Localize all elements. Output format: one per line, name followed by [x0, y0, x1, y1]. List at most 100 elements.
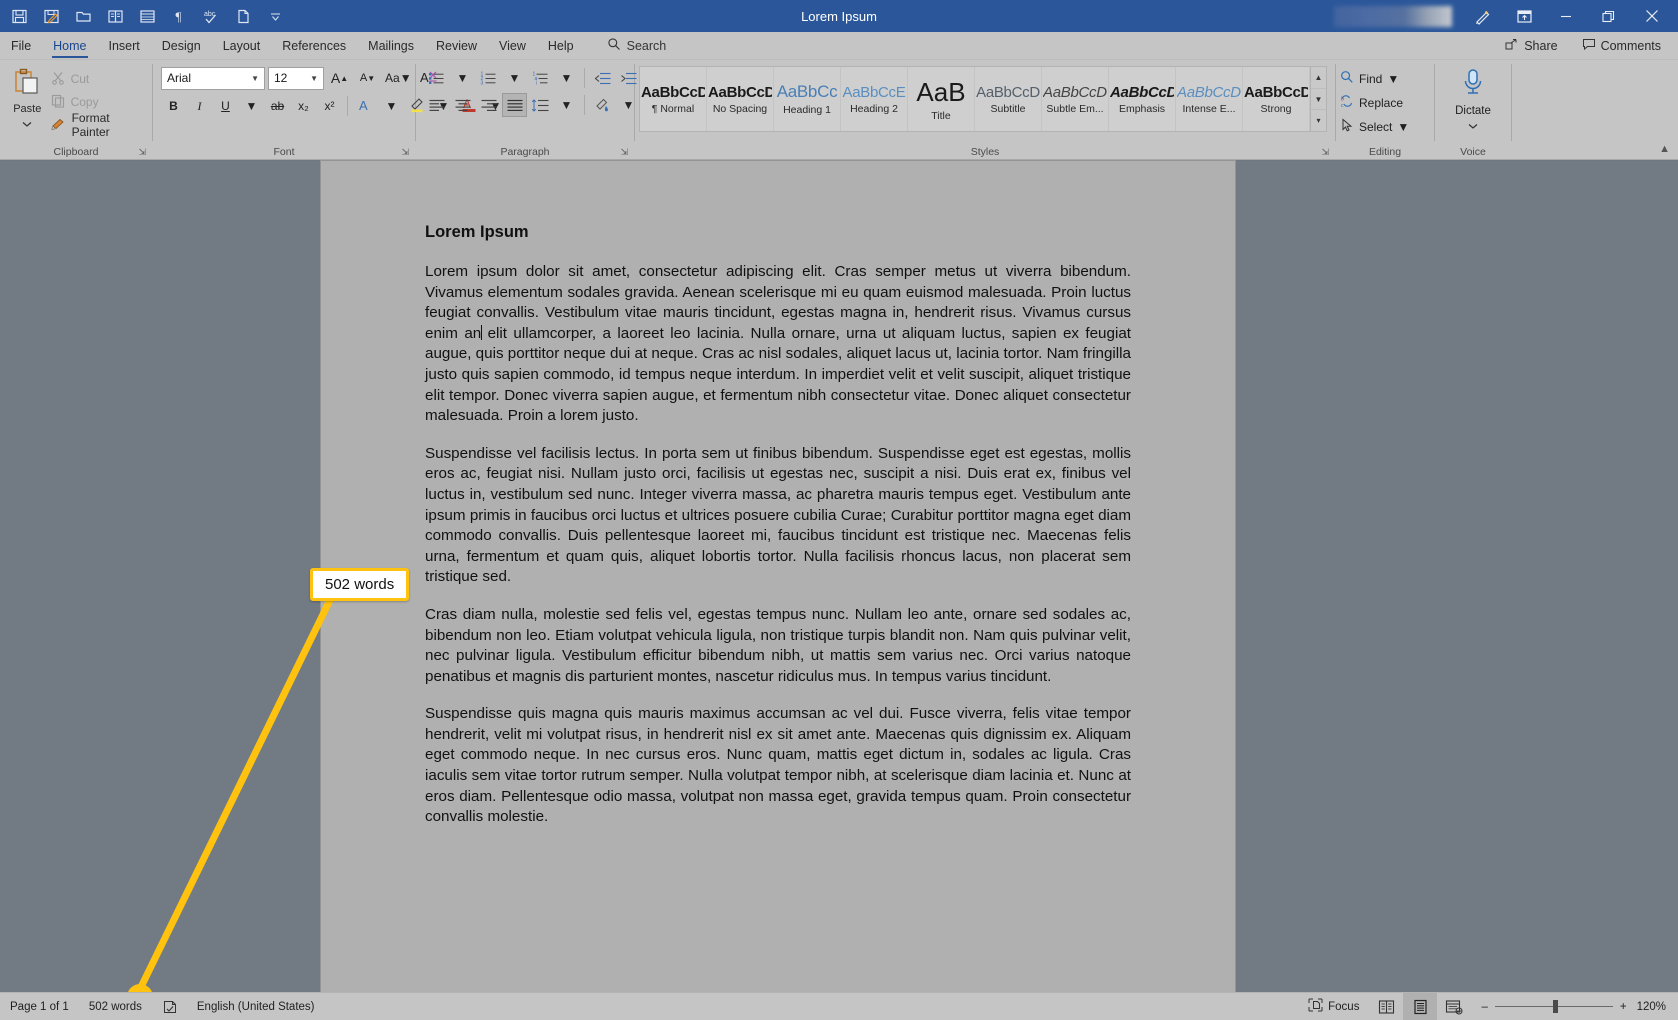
chevron-down-icon[interactable]: ▼	[1387, 72, 1399, 86]
proofing-errors-icon[interactable]	[152, 993, 187, 1020]
tab-help[interactable]: Help	[537, 32, 585, 59]
close-icon[interactable]	[1630, 1, 1674, 31]
multilevel-list-button[interactable]: 1ai	[528, 66, 553, 90]
change-case-button[interactable]: Aa ▼	[383, 66, 414, 90]
bold-button[interactable]: B	[161, 94, 186, 118]
style-strong[interactable]: AaBbCcDc Strong	[1243, 67, 1310, 131]
tab-insert[interactable]: Insert	[98, 32, 151, 59]
cut-button[interactable]: Cut	[51, 69, 148, 89]
text-effects-dropdown[interactable]: ▼	[379, 94, 404, 118]
styles-scroll-down-icon[interactable]: ▼	[1311, 89, 1326, 111]
dictate-button[interactable]: Dictate	[1439, 63, 1507, 135]
multilevel-dropdown[interactable]: ▼	[554, 66, 579, 90]
find-button[interactable]: Find ▼	[1340, 68, 1409, 89]
autosave-icon[interactable]	[36, 3, 66, 29]
line-spacing-dropdown[interactable]: ▼	[554, 93, 579, 117]
customize-qat-chevron-icon[interactable]	[260, 3, 290, 29]
justify-button[interactable]	[502, 93, 527, 117]
document-page[interactable]: Lorem Ipsum Lorem ipsum dolor sit amet, …	[321, 161, 1235, 992]
collapse-ribbon-button[interactable]: ▲	[1659, 143, 1670, 155]
tab-review[interactable]: Review	[425, 32, 488, 59]
tab-home[interactable]: Home	[42, 32, 97, 59]
account-name-redacted[interactable]	[1334, 5, 1452, 27]
zoom-track[interactable]	[1494, 1000, 1613, 1013]
print-layout-view-icon[interactable]	[1403, 993, 1438, 1020]
subscript-button[interactable]: x₂	[291, 94, 316, 118]
align-right-button[interactable]	[476, 93, 501, 117]
web-layout-view-icon[interactable]	[1437, 993, 1471, 1020]
grow-font-button[interactable]: A ▲	[327, 66, 352, 90]
search-box[interactable]: Search	[607, 32, 666, 59]
tab-view[interactable]: View	[488, 32, 537, 59]
decrease-indent-button[interactable]	[590, 66, 615, 90]
spelling-check-icon[interactable]: abc	[196, 3, 226, 29]
style-emphasis[interactable]: AaBbCcDu Emphasis	[1109, 67, 1176, 131]
replace-button[interactable]: bc Replace	[1340, 92, 1409, 113]
zoom-out-button[interactable]: –	[1481, 1001, 1487, 1013]
pen-touch-icon[interactable]	[1462, 1, 1502, 31]
zoom-in-button[interactable]: +	[1620, 1001, 1627, 1013]
comments-button[interactable]: Comments	[1573, 35, 1670, 57]
bullets-dropdown[interactable]: ▼	[450, 66, 475, 90]
style-subtle-emphasis[interactable]: AaBbCcDu Subtle Em...	[1042, 67, 1109, 131]
read-mode-icon[interactable]	[100, 3, 130, 29]
restore-icon[interactable]	[1588, 1, 1628, 31]
style-intense-emphasis[interactable]: AaBbCcDu Intense E...	[1176, 67, 1243, 131]
styles-gallery[interactable]: AaBbCcDc ¶ Normal AaBbCcDc No Spacing Aa…	[639, 66, 1327, 132]
paragraph-dialog-launcher[interactable]: ⇲	[620, 147, 628, 158]
style-heading-2[interactable]: AaBbCcE Heading 2	[841, 67, 908, 131]
select-button[interactable]: Select ▼	[1340, 116, 1409, 137]
underline-button[interactable]: U	[213, 94, 238, 118]
zoom-slider[interactable]: – +	[1471, 1000, 1636, 1013]
paragraph-1[interactable]: Lorem ipsum dolor sit amet, consectetur …	[425, 262, 1131, 427]
share-button[interactable]: Share	[1496, 35, 1566, 57]
read-mode-view-icon[interactable]	[1369, 993, 1403, 1020]
underline-dropdown[interactable]: ▼	[239, 94, 264, 118]
style-no-spacing[interactable]: AaBbCcDc No Spacing	[707, 67, 774, 131]
font-size-combobox[interactable]: 12 ▼	[268, 66, 324, 90]
strikethrough-button[interactable]: ab	[265, 94, 290, 118]
dictate-dropdown-icon[interactable]	[1467, 117, 1479, 135]
shrink-font-button[interactable]: A ▼	[355, 66, 380, 90]
tab-references[interactable]: References	[271, 32, 357, 59]
style-normal[interactable]: AaBbCcDc ¶ Normal	[640, 67, 707, 131]
tab-layout[interactable]: Layout	[212, 32, 272, 59]
tab-file[interactable]: File	[0, 32, 42, 59]
paragraph-2[interactable]: Suspendisse vel facilisis lectus. In por…	[425, 444, 1131, 588]
zoom-thumb[interactable]	[1552, 1000, 1558, 1013]
ribbon-display-options-icon[interactable]	[1504, 1, 1544, 31]
styles-more-icon[interactable]: ▾	[1311, 110, 1326, 131]
italic-button[interactable]: I	[187, 94, 212, 118]
style-heading-1[interactable]: AaBbCс Heading 1	[774, 67, 841, 131]
shading-button[interactable]	[590, 93, 615, 117]
new-document-icon[interactable]	[228, 3, 258, 29]
paragraph-4[interactable]: Suspendisse quis magna quis mauris maxim…	[425, 704, 1131, 828]
tab-mailings[interactable]: Mailings	[357, 32, 425, 59]
pilcrow-icon[interactable]: ¶	[164, 3, 194, 29]
styles-dialog-launcher[interactable]: ⇲	[1321, 147, 1329, 158]
style-subtitle[interactable]: AaBbCcD Subtitle	[975, 67, 1042, 131]
line-spacing-button[interactable]	[528, 93, 553, 117]
style-title[interactable]: AaB Title	[908, 67, 975, 131]
align-center-button[interactable]	[450, 93, 475, 117]
save-icon[interactable]	[4, 3, 34, 29]
font-dialog-launcher[interactable]: ⇲	[401, 147, 409, 158]
font-name-combobox[interactable]: Arial ▼	[161, 66, 265, 90]
paragraph-3[interactable]: Cras diam nulla, molestie sed felis vel,…	[425, 605, 1131, 687]
numbering-button[interactable]: 123	[476, 66, 501, 90]
superscript-button[interactable]: x²	[317, 94, 342, 118]
clipboard-dialog-launcher[interactable]: ⇲	[138, 147, 146, 158]
bullets-button[interactable]	[424, 66, 449, 90]
paste-button[interactable]: Paste	[4, 63, 51, 133]
numbering-dropdown[interactable]: ▼	[502, 66, 527, 90]
paste-dropdown-icon[interactable]	[21, 115, 33, 133]
word-count-indicator[interactable]: 502 words	[79, 993, 152, 1020]
tab-design[interactable]: Design	[151, 32, 212, 59]
language-indicator[interactable]: English (United States)	[187, 993, 325, 1020]
text-effects-button[interactable]: A	[353, 94, 378, 118]
align-left-button[interactable]	[424, 93, 449, 117]
focus-mode-button[interactable]: Focus	[1298, 993, 1369, 1020]
chevron-down-icon[interactable]: ▼	[1397, 120, 1409, 134]
format-painter-button[interactable]: Format Painter	[51, 111, 148, 139]
copy-button[interactable]: Copy	[51, 92, 148, 112]
